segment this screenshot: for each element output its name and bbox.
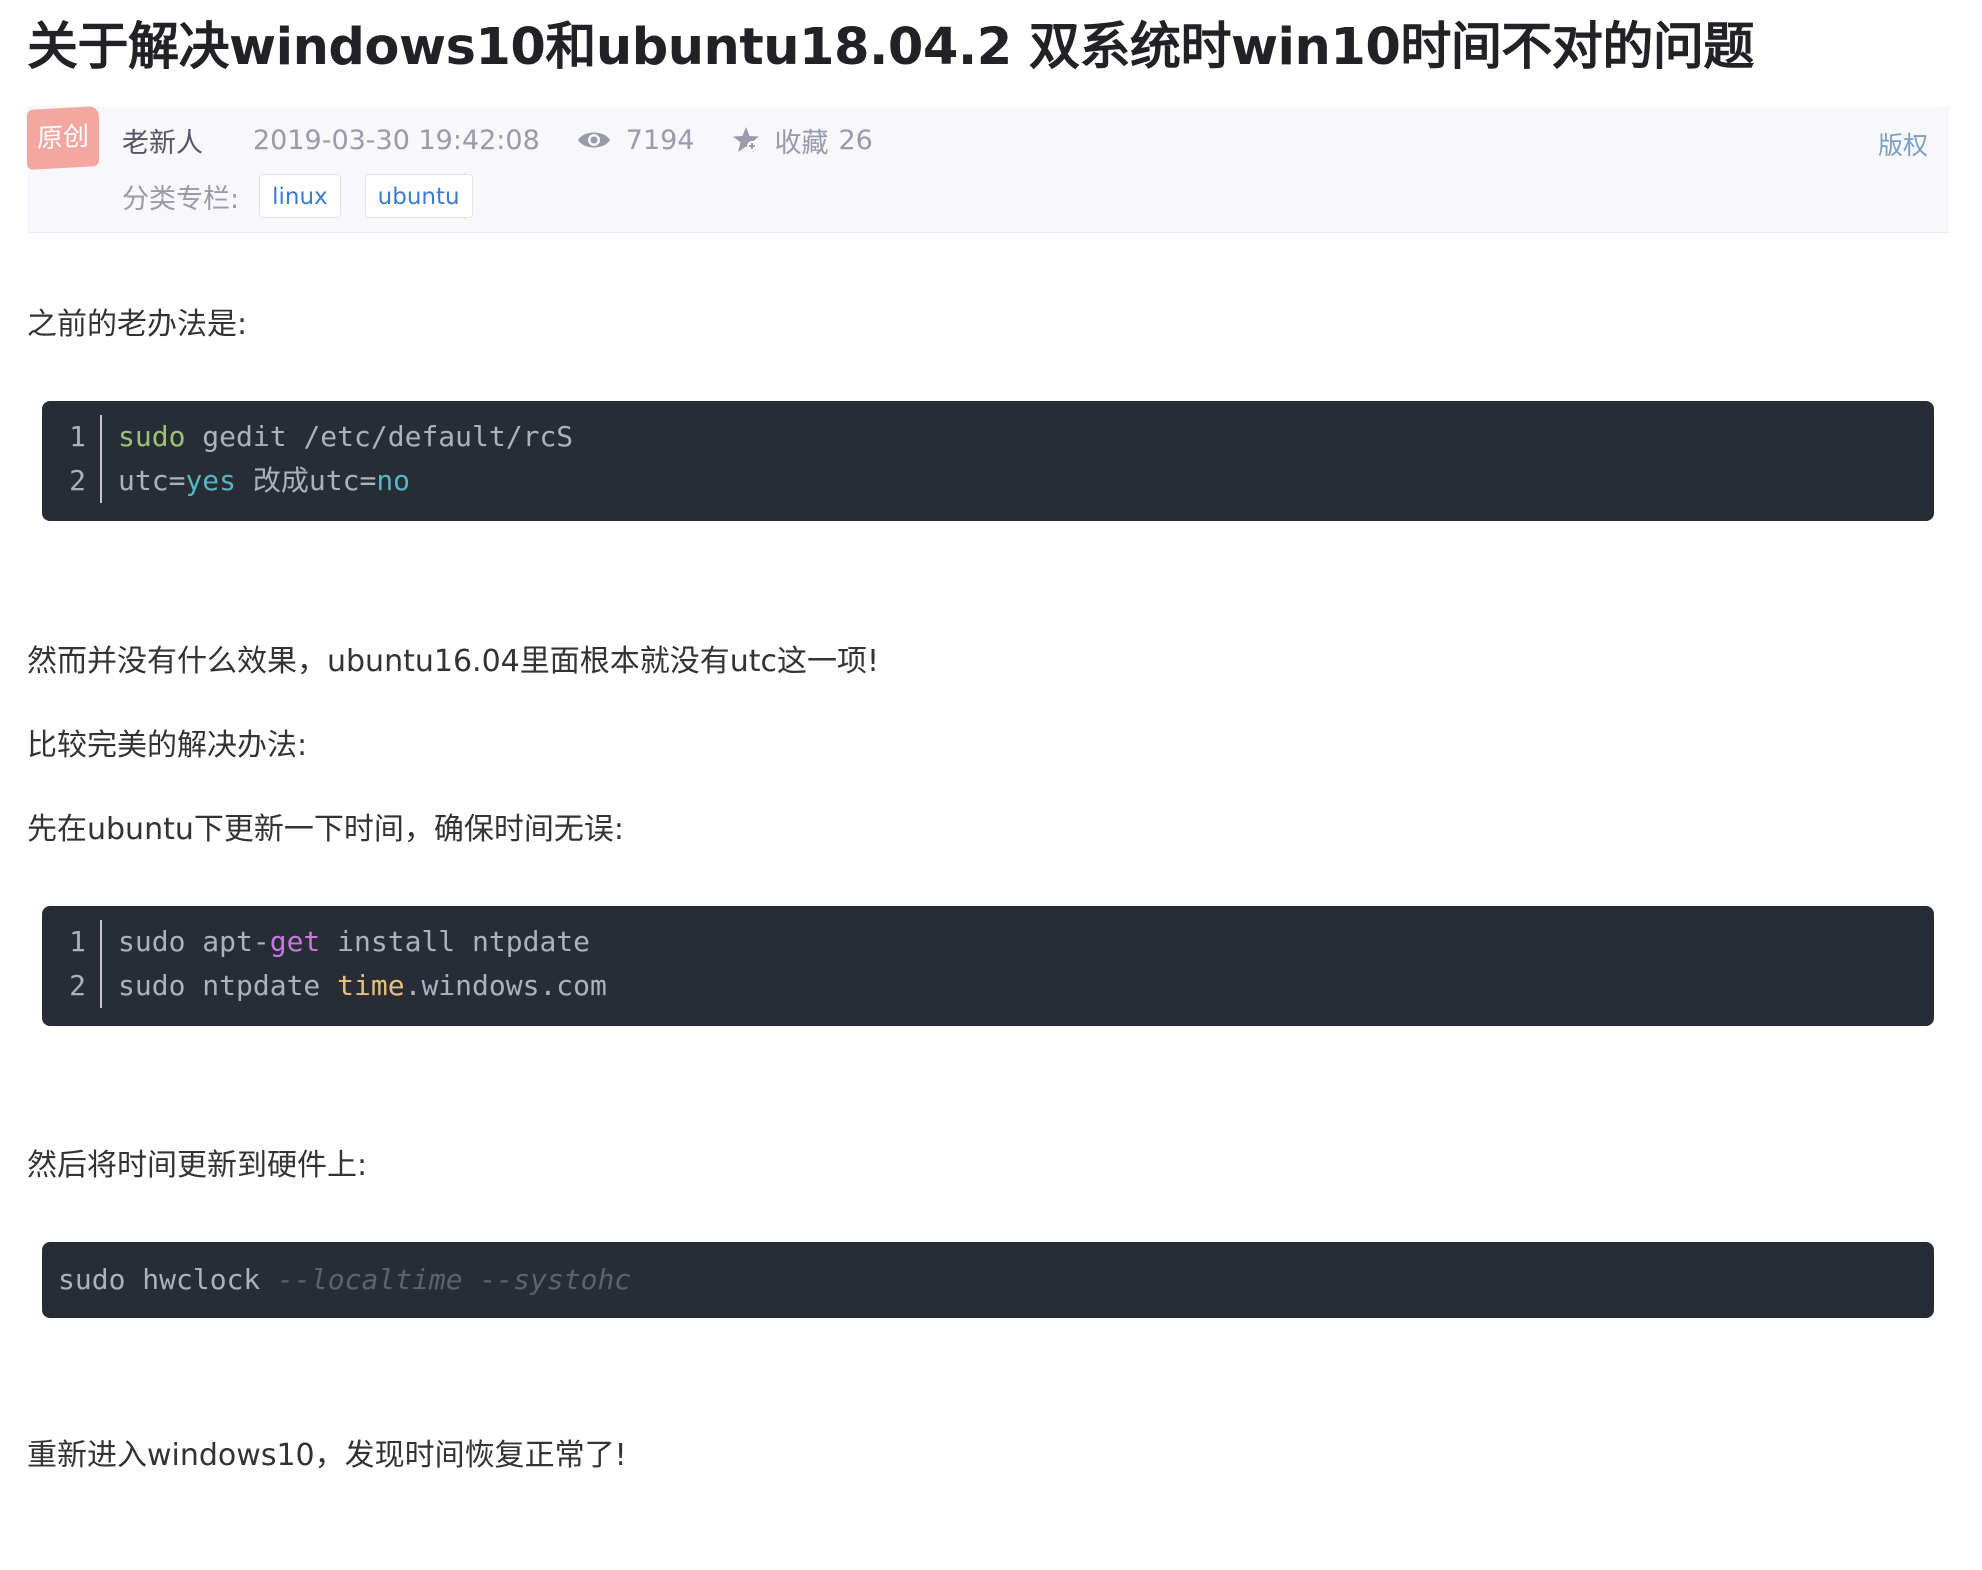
code-token: sudo [118,420,186,453]
star-icon[interactable] [730,124,762,156]
code-line: 2 utc= yes 改成utc= no [42,459,573,503]
code-line: 2 sudo ntpdate time .windows.com [42,964,607,1008]
line-number: 2 [42,964,102,1008]
code-token: time [337,969,405,1002]
code-block-1: 1 sudo gedit /etc/default/rcS 2 utc= yes 改成… [42,401,1934,521]
publish-date: 2019-03-30 19:42:08 [253,124,540,156]
code-token: no [376,464,411,497]
paragraph-no-effect: 然而并没有什么效果，ubuntu16.04里面根本就没有utc这一项! [27,644,880,679]
code-token: get [269,925,321,958]
copyright-link[interactable]: 版权 [1878,126,1928,162]
tag-linux[interactable]: linux [259,174,341,218]
code-token: sudo ntpdate [118,969,338,1002]
original-badge: 原创 [27,106,99,170]
paragraph-update-time: 先在ubuntu下更新一下时间，确保时间无误: [27,812,624,847]
line-number: 2 [42,459,102,503]
line-number: 1 [42,920,102,964]
code-line: sudo hwclock --localtime --systohc [58,1258,631,1302]
view-count: 7194 [625,124,695,156]
code-block-3: sudo hwclock --localtime --systohc [42,1242,1934,1318]
paragraph-result: 重新进入windows10，发现时间恢复正常了! [27,1438,627,1473]
favorites-label[interactable]: 收藏 [774,121,828,160]
code-token: .windows.com [404,969,607,1002]
article-meta: 原创 老新人 2019-03-30 19:42:08 7194 收藏 26 版权… [27,106,1950,233]
code-token: yes [185,464,237,497]
paragraph-better-solution: 比较完美的解决办法: [27,728,308,763]
category-label: 分类专栏: [122,183,240,215]
code-token: gedit /etc/default/rcS [185,420,574,453]
author-link[interactable]: 老新人 [122,121,203,160]
paragraph-hardware-clock: 然后将时间更新到硬件上: [27,1148,368,1183]
code-token: install ntpdate [320,925,591,958]
paragraph-old-method: 之前的老办法是: [27,307,248,342]
code-block-2: 1 sudo apt-get install ntpdate 2 sudo ntpd… [42,906,1934,1026]
tag-ubuntu[interactable]: ubuntu [364,174,473,218]
code-line: 1 sudo gedit /etc/default/rcS [42,415,573,459]
favorites-count: 26 [838,124,873,156]
code-token: --localtime --systohc [277,1263,632,1296]
code-token: sudo apt- [118,925,270,958]
code-token: 改成utc= [236,464,377,497]
code-token: utc= [118,464,186,497]
code-line: 1 sudo apt-get install ntpdate [42,920,607,964]
eye-icon [577,132,610,148]
meta-row: 老新人 2019-03-30 19:42:08 7194 收藏 26 [122,120,873,160]
article: 关于解决windows10和ubuntu18.04.2 双系统时win10时间不… [27,0,1950,1473]
article-title: 关于解决windows10和ubuntu18.04.2 双系统时win10时间不… [27,18,1754,77]
category-row: 分类专栏: linux ubuntu [122,174,497,218]
code-token: sudo hwclock [58,1263,278,1296]
line-number: 1 [42,415,102,459]
